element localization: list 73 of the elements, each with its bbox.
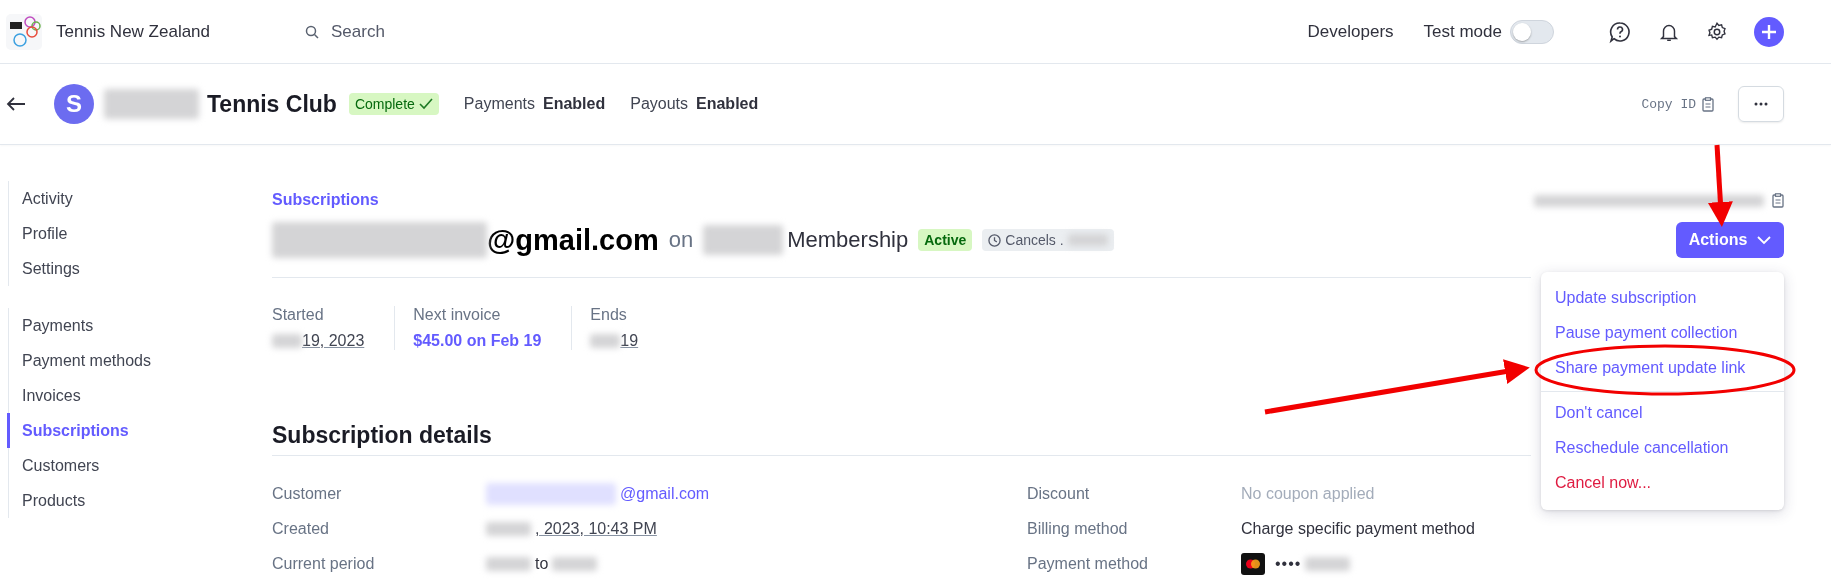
breadcrumb-link[interactable]: Subscriptions (272, 191, 1531, 209)
more-icon (1754, 102, 1768, 106)
capability-value: Enabled (696, 95, 759, 112)
date-value[interactable]: 19, 2023 (302, 332, 365, 350)
card-number: •••• (1275, 554, 1302, 573)
customer-email: @gmail.com (487, 223, 659, 257)
test-mode-label: Test mode (1423, 21, 1502, 42)
menu-item[interactable]: Don't cancel (1541, 395, 1784, 430)
sidebar-item[interactable]: Payments (7, 308, 272, 343)
clipboard-icon[interactable] (1772, 193, 1784, 208)
menu-item[interactable]: Update subscription (1541, 280, 1784, 315)
sidebar-item[interactable]: Subscriptions (7, 413, 272, 448)
redacted-area (486, 556, 531, 571)
sidebar-item[interactable]: Invoices (7, 378, 272, 413)
date-value[interactable]: , 2023, 10:43 PM (535, 519, 657, 538)
detail-value: Charge specific payment method (1241, 519, 1475, 538)
detail-label: Payment method (1027, 554, 1149, 573)
sidebar-item[interactable]: Payment methods (7, 343, 272, 378)
sidebar-item[interactable]: Products (7, 483, 272, 518)
date-value[interactable]: 19 (620, 332, 639, 350)
account-avatar: S (54, 84, 94, 124)
test-mode-toggle[interactable] (1510, 19, 1554, 44)
settings-icon[interactable] (1706, 20, 1728, 43)
copy-id-button[interactable]: Copy ID (1641, 96, 1696, 112)
stat-label: Started (272, 306, 325, 324)
detail-label: Discount (1027, 484, 1091, 503)
redacted-area (590, 334, 621, 348)
capability-label: Payouts (630, 95, 688, 112)
menu-item[interactable]: Share payment update link (1541, 350, 1784, 385)
check-icon (418, 98, 433, 110)
redacted-area (1067, 234, 1108, 246)
status-badge: Active (918, 229, 973, 251)
menu-item[interactable]: Reschedule cancellation (1541, 430, 1784, 465)
sidebar-item[interactable]: Activity (7, 181, 272, 216)
detail-label: Billing method (1027, 519, 1129, 538)
help-icon[interactable] (1608, 19, 1632, 44)
detail-label: Current period (272, 554, 376, 573)
stat-label: Ends (590, 306, 628, 324)
section-title: Subscription details (272, 422, 493, 449)
invoice-link[interactable]: $45.00 on Feb 19 (413, 332, 542, 350)
capability-value: Enabled (542, 95, 606, 112)
capability-label: Payments (463, 95, 535, 112)
on-text: on (668, 227, 694, 253)
redacted-area (272, 334, 302, 348)
redacted-area (486, 521, 531, 536)
redacted-area (1305, 556, 1351, 571)
menu-item[interactable]: Pause payment collection (1541, 315, 1784, 350)
detail-label: Created (272, 519, 330, 538)
chevron-down-icon (1757, 235, 1772, 245)
menu-item[interactable]: Cancel now... (1541, 465, 1784, 500)
organization-name[interactable]: Tennis New Zealand (56, 21, 211, 42)
clock-icon (988, 233, 1002, 247)
redacted-area (552, 556, 598, 571)
sidebar-item[interactable]: Profile (7, 216, 272, 251)
sidebar-item[interactable]: Settings (7, 251, 272, 286)
search-icon (305, 24, 320, 39)
detail-value: No coupon applied (1241, 484, 1375, 503)
detail-label: Customer (272, 484, 343, 503)
product-name: Membership (787, 227, 909, 253)
clipboard-icon[interactable] (1702, 96, 1714, 112)
actions-button[interactable]: Actions (1676, 222, 1784, 258)
account-name: Tennis Club (207, 90, 337, 118)
add-button[interactable] (1754, 16, 1784, 47)
status-badge: Complete (348, 93, 439, 115)
period-text: to (535, 554, 549, 573)
sidebar-item[interactable]: Customers (7, 448, 272, 483)
back-arrow-icon[interactable] (6, 96, 26, 112)
developers-link[interactable]: Developers (1307, 21, 1394, 42)
stat-label: Next invoice (413, 306, 502, 324)
logo-icon (6, 13, 42, 50)
card-brand-icon (1241, 552, 1265, 575)
customer-link[interactable]: @gmail.com (620, 484, 710, 503)
cancels-text: Cancels . (1005, 232, 1064, 248)
